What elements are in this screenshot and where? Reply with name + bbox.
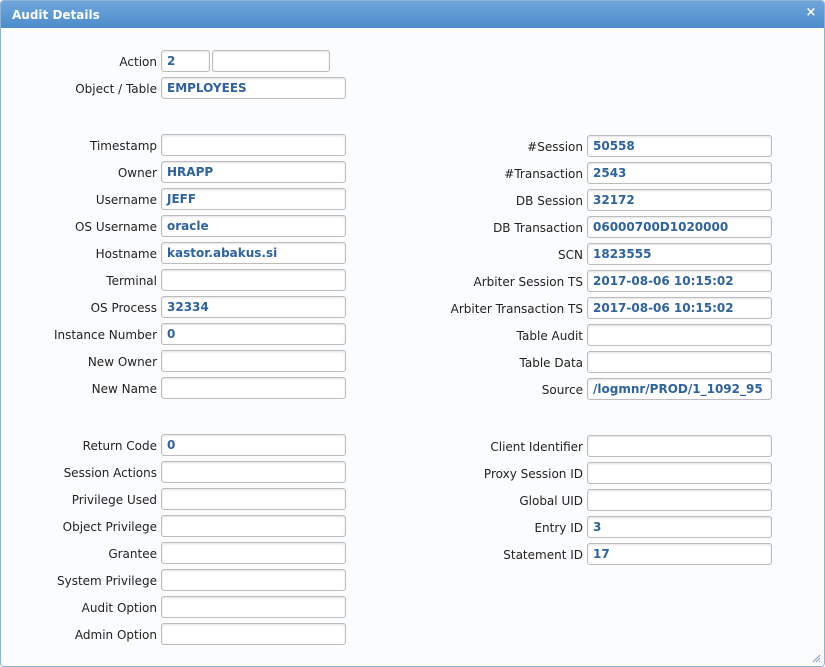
grantee-label: Grantee — [108, 547, 157, 561]
global-uid-field[interactable] — [587, 489, 772, 511]
action-field[interactable]: 2 — [161, 50, 210, 72]
statement-id-field[interactable]: 17 — [587, 543, 772, 565]
timestamp-label: Timestamp — [90, 139, 157, 153]
close-icon[interactable]: × — [804, 6, 818, 20]
table-audit-field[interactable] — [587, 324, 772, 346]
instance-number-label: Instance Number — [53, 328, 157, 342]
new-name-field[interactable] — [161, 377, 346, 399]
source-label: Source — [541, 383, 583, 397]
privilege-used-field[interactable] — [161, 488, 346, 510]
owner-label: Owner — [117, 166, 157, 180]
os-process-label: OS Process — [90, 301, 157, 315]
session-label: #Session — [527, 140, 583, 154]
return-code-field[interactable]: 0 — [161, 434, 346, 456]
audit-option-label: Audit Option — [81, 601, 157, 615]
terminal-label: Terminal — [106, 274, 157, 288]
client-identifier-label: Client Identifier — [490, 440, 583, 454]
entry-id-label: Entry ID — [534, 521, 583, 535]
admin-option-label: Admin Option — [74, 628, 157, 642]
statement-id-label: Statement ID — [503, 548, 583, 562]
arbiter-session-ts-label: Arbiter Session TS — [473, 275, 583, 289]
username-label: Username — [95, 193, 157, 207]
privilege-used-label: Privilege Used — [71, 493, 157, 507]
db-transaction-label: DB Transaction — [493, 221, 583, 235]
db-session-label: DB Session — [515, 194, 583, 208]
os-username-field[interactable]: oracle — [161, 215, 346, 237]
proxy-session-id-label: Proxy Session ID — [483, 467, 583, 481]
title-bar[interactable]: Audit Details × — [1, 1, 824, 28]
terminal-field[interactable] — [161, 269, 346, 291]
hostname-field[interactable]: kastor.abakus.si — [161, 242, 346, 264]
db-session-field[interactable]: 32172 — [587, 189, 772, 211]
db-transaction-field[interactable]: 06000700D1020000 — [587, 216, 772, 238]
system-privilege-label: System Privilege — [56, 574, 157, 588]
os-process-field[interactable]: 32334 — [161, 296, 346, 318]
table-audit-label: Table Audit — [516, 329, 583, 343]
object-table-label: Object / Table — [75, 82, 157, 96]
dialog-content: Action 2 Object / Table EMPLOYEES Timest… — [1, 28, 824, 666]
client-identifier-field[interactable] — [587, 435, 772, 457]
arbiter-transaction-ts-label: Arbiter Transaction TS — [450, 302, 583, 316]
session-field[interactable]: 50558 — [587, 135, 772, 157]
hostname-label: Hostname — [95, 247, 157, 261]
arbiter-transaction-ts-field[interactable]: 2017-08-06 10:15:02 — [587, 297, 772, 319]
audit-details-dialog: Audit Details × Action 2 Object / Table … — [0, 0, 825, 667]
session-actions-label: Session Actions — [63, 466, 157, 480]
entry-id-field[interactable]: 3 — [587, 516, 772, 538]
admin-option-field[interactable] — [161, 623, 346, 645]
owner-field[interactable]: HRAPP — [161, 161, 346, 183]
action-name-field[interactable] — [212, 50, 330, 72]
table-data-field[interactable] — [587, 351, 772, 373]
object-privilege-field[interactable] — [161, 515, 346, 537]
arbiter-session-ts-field[interactable]: 2017-08-06 10:15:02 — [587, 270, 772, 292]
object-privilege-label: Object Privilege — [62, 520, 157, 534]
new-owner-field[interactable] — [161, 350, 346, 372]
instance-number-field[interactable]: 0 — [161, 323, 346, 345]
timestamp-field[interactable] — [161, 134, 346, 156]
new-owner-label: New Owner — [87, 355, 157, 369]
global-uid-label: Global UID — [519, 494, 583, 508]
table-data-label: Table Data — [519, 356, 584, 370]
resize-grip-icon[interactable] — [811, 653, 821, 663]
session-actions-field[interactable] — [161, 461, 346, 483]
proxy-session-id-field[interactable] — [587, 462, 772, 484]
dialog-title: Audit Details — [12, 8, 100, 22]
return-code-label: Return Code — [82, 439, 157, 453]
username-field[interactable]: JEFF — [161, 188, 346, 210]
object-table-field[interactable]: EMPLOYEES — [161, 77, 346, 99]
source-field[interactable]: /logmnr/PROD/1_1092_95 — [587, 378, 772, 400]
action-label: Action — [119, 55, 157, 69]
transaction-label: #Transaction — [504, 167, 583, 181]
scn-field[interactable]: 1823555 — [587, 243, 772, 265]
grantee-field[interactable] — [161, 542, 346, 564]
new-name-label: New Name — [91, 382, 157, 396]
audit-option-field[interactable] — [161, 596, 346, 618]
transaction-field[interactable]: 2543 — [587, 162, 772, 184]
scn-label: SCN — [558, 248, 583, 262]
system-privilege-field[interactable] — [161, 569, 346, 591]
os-username-label: OS Username — [74, 220, 157, 234]
